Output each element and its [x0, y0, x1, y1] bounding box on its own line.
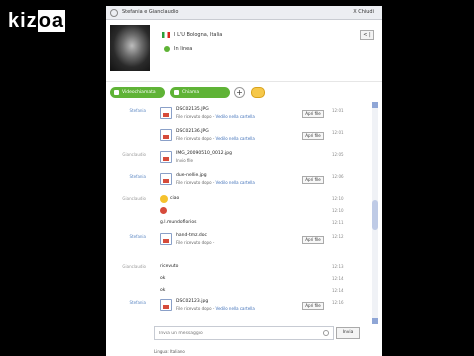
message-sender: Stefania: [129, 108, 146, 113]
message-list: Stefania DSC02135.JPG File ricevuto dopo -…: [106, 102, 382, 324]
open-file-button[interactable]: Apri file: [302, 110, 324, 118]
emoticon-icon[interactable]: [323, 330, 329, 336]
message-sender: Gianclaudio: [122, 196, 146, 201]
file-info-text: File ricevuto dopo -: [176, 306, 215, 311]
message-time: 12:01: [332, 130, 344, 135]
file-info-text: File ricevuto dopo -: [176, 180, 215, 185]
profile-menu-button[interactable]: < |: [360, 30, 374, 40]
message-text: ricevuto: [160, 264, 179, 269]
file-info-text: File ricevuto dopo -: [176, 136, 215, 141]
title-bar: Stefania e Gianclaudio X Chiudi: [106, 6, 382, 20]
message-row: Stefania DSC02135.JPG File ricevuto dopo -…: [106, 106, 382, 126]
contact-profile: I L'U Bologna, Italia In linea < |: [106, 20, 382, 82]
message-time: 12:12: [332, 234, 344, 239]
add-button[interactable]: +: [234, 87, 245, 98]
file-info: File ricevuto dopo -: [176, 240, 214, 245]
contact-location: I L'U Bologna, Italia: [174, 32, 223, 38]
contact-status: In linea: [174, 46, 193, 52]
message-sender: Stefania: [129, 300, 146, 305]
file-info-text: Invio file: [176, 158, 194, 163]
message-sender: Stefania: [129, 234, 146, 239]
file-info-text: File ricevuto dopo -: [176, 114, 215, 119]
message-row: Stefania hand-tmz.doc File ricevuto dopo -…: [106, 232, 382, 252]
call-button[interactable]: Chiama: [170, 87, 230, 98]
folder-icon[interactable]: [251, 87, 265, 98]
message-row: Stefania DSC02123.jpg File ricevuto dopo -…: [106, 298, 382, 318]
message-row: Gianclaudio IMG_20090510_0012.jpg Invio fi…: [106, 150, 382, 170]
window-title: Stefania e Gianclaudio: [122, 9, 179, 15]
message-time: 12:06: [332, 174, 344, 179]
video-camera-icon: [114, 90, 119, 95]
file-info: File ricevuto dopo - Vedilo nella cartel…: [176, 114, 255, 119]
smiley-icon: [160, 195, 168, 203]
message-time: 12:14: [332, 288, 344, 293]
file-name: IMG_20090510_0012.jpg: [176, 151, 232, 156]
open-file-button[interactable]: Apri file: [302, 236, 324, 244]
phone-icon: [174, 90, 179, 95]
message-time: 12:14: [332, 276, 344, 281]
chat-scrollbar[interactable]: [372, 102, 378, 324]
open-file-button[interactable]: Apri file: [302, 176, 324, 184]
kizoa-logo: kizoa: [8, 10, 66, 32]
message-sender: Stefania: [129, 174, 146, 179]
message-time: 12:13: [332, 264, 344, 269]
message-time: 12:11: [332, 220, 344, 225]
open-folder-link[interactable]: Vedilo nella cartella: [216, 136, 255, 141]
open-file-button[interactable]: Apri file: [302, 302, 324, 310]
message-time: 12:10: [332, 196, 344, 201]
message-input[interactable]: [159, 329, 309, 337]
file-name: due-nellie.jpg: [176, 173, 207, 178]
file-name: DSC02135.JPG: [176, 107, 209, 112]
scroll-up-icon[interactable]: [372, 102, 378, 108]
open-folder-link[interactable]: Vedilo nella cartella: [216, 306, 255, 311]
close-button[interactable]: X Chiudi: [353, 9, 374, 15]
video-call-button[interactable]: Videochiamata: [110, 87, 165, 98]
message-time: 12:01: [332, 108, 344, 113]
image-file-icon: [160, 173, 172, 185]
message-text: ciao: [170, 196, 180, 201]
scroll-thumb[interactable]: [372, 200, 378, 230]
window-icon: [110, 9, 118, 17]
file-info: File ricevuto dopo - Vedilo nella cartel…: [176, 136, 255, 141]
file-info: Invio file: [176, 158, 193, 163]
language-selector[interactable]: Lingua: Italiano: [154, 349, 185, 354]
message-text: ok: [160, 276, 166, 281]
image-file-icon: [160, 233, 172, 245]
message-time: 12:05: [332, 152, 344, 157]
message-row: DSC02136.JPG File ricevuto dopo - Vedilo …: [106, 128, 382, 148]
message-time: 12:16: [332, 300, 344, 305]
open-folder-link[interactable]: Vedilo nella cartella: [216, 114, 255, 119]
message-text: ok: [160, 288, 166, 293]
image-file-icon: [160, 129, 172, 141]
file-name: DSC02136.JPG: [176, 129, 209, 134]
message-row: Stefania due-nellie.jpg File ricevuto dopo…: [106, 172, 382, 192]
italy-flag-icon: [162, 32, 170, 38]
image-file-icon: [160, 299, 172, 311]
open-file-button[interactable]: Apri file: [302, 132, 324, 140]
avatar: [110, 25, 150, 71]
chat-window: Stefania e Gianclaudio X Chiudi I L'U Bo…: [106, 6, 382, 356]
file-name: hand-tmz.doc: [176, 233, 207, 238]
online-status-icon: [164, 46, 170, 52]
file-info: File ricevuto dopo - Vedilo nella cartel…: [176, 306, 255, 311]
message-sender: Gianclaudio: [122, 152, 146, 157]
file-name: DSC02123.jpg: [176, 299, 209, 304]
scroll-down-icon[interactable]: [372, 318, 378, 324]
send-button[interactable]: Invia: [336, 327, 360, 339]
open-folder-link[interactable]: Vedilo nella cartella: [216, 180, 255, 185]
message-composer: [154, 326, 334, 340]
message-text: g.l.mundoflorios: [160, 220, 197, 225]
message-time: 12:10: [332, 208, 344, 213]
action-bar: Videochiamata Chiama +: [106, 82, 382, 102]
alert-icon: [160, 207, 167, 214]
image-file-icon: [160, 151, 172, 163]
message-sender: Gianclaudio: [122, 264, 146, 269]
image-file-icon: [160, 107, 172, 119]
file-info-text: File ricevuto dopo -: [176, 240, 215, 245]
file-info: File ricevuto dopo - Vedilo nella cartel…: [176, 180, 255, 185]
